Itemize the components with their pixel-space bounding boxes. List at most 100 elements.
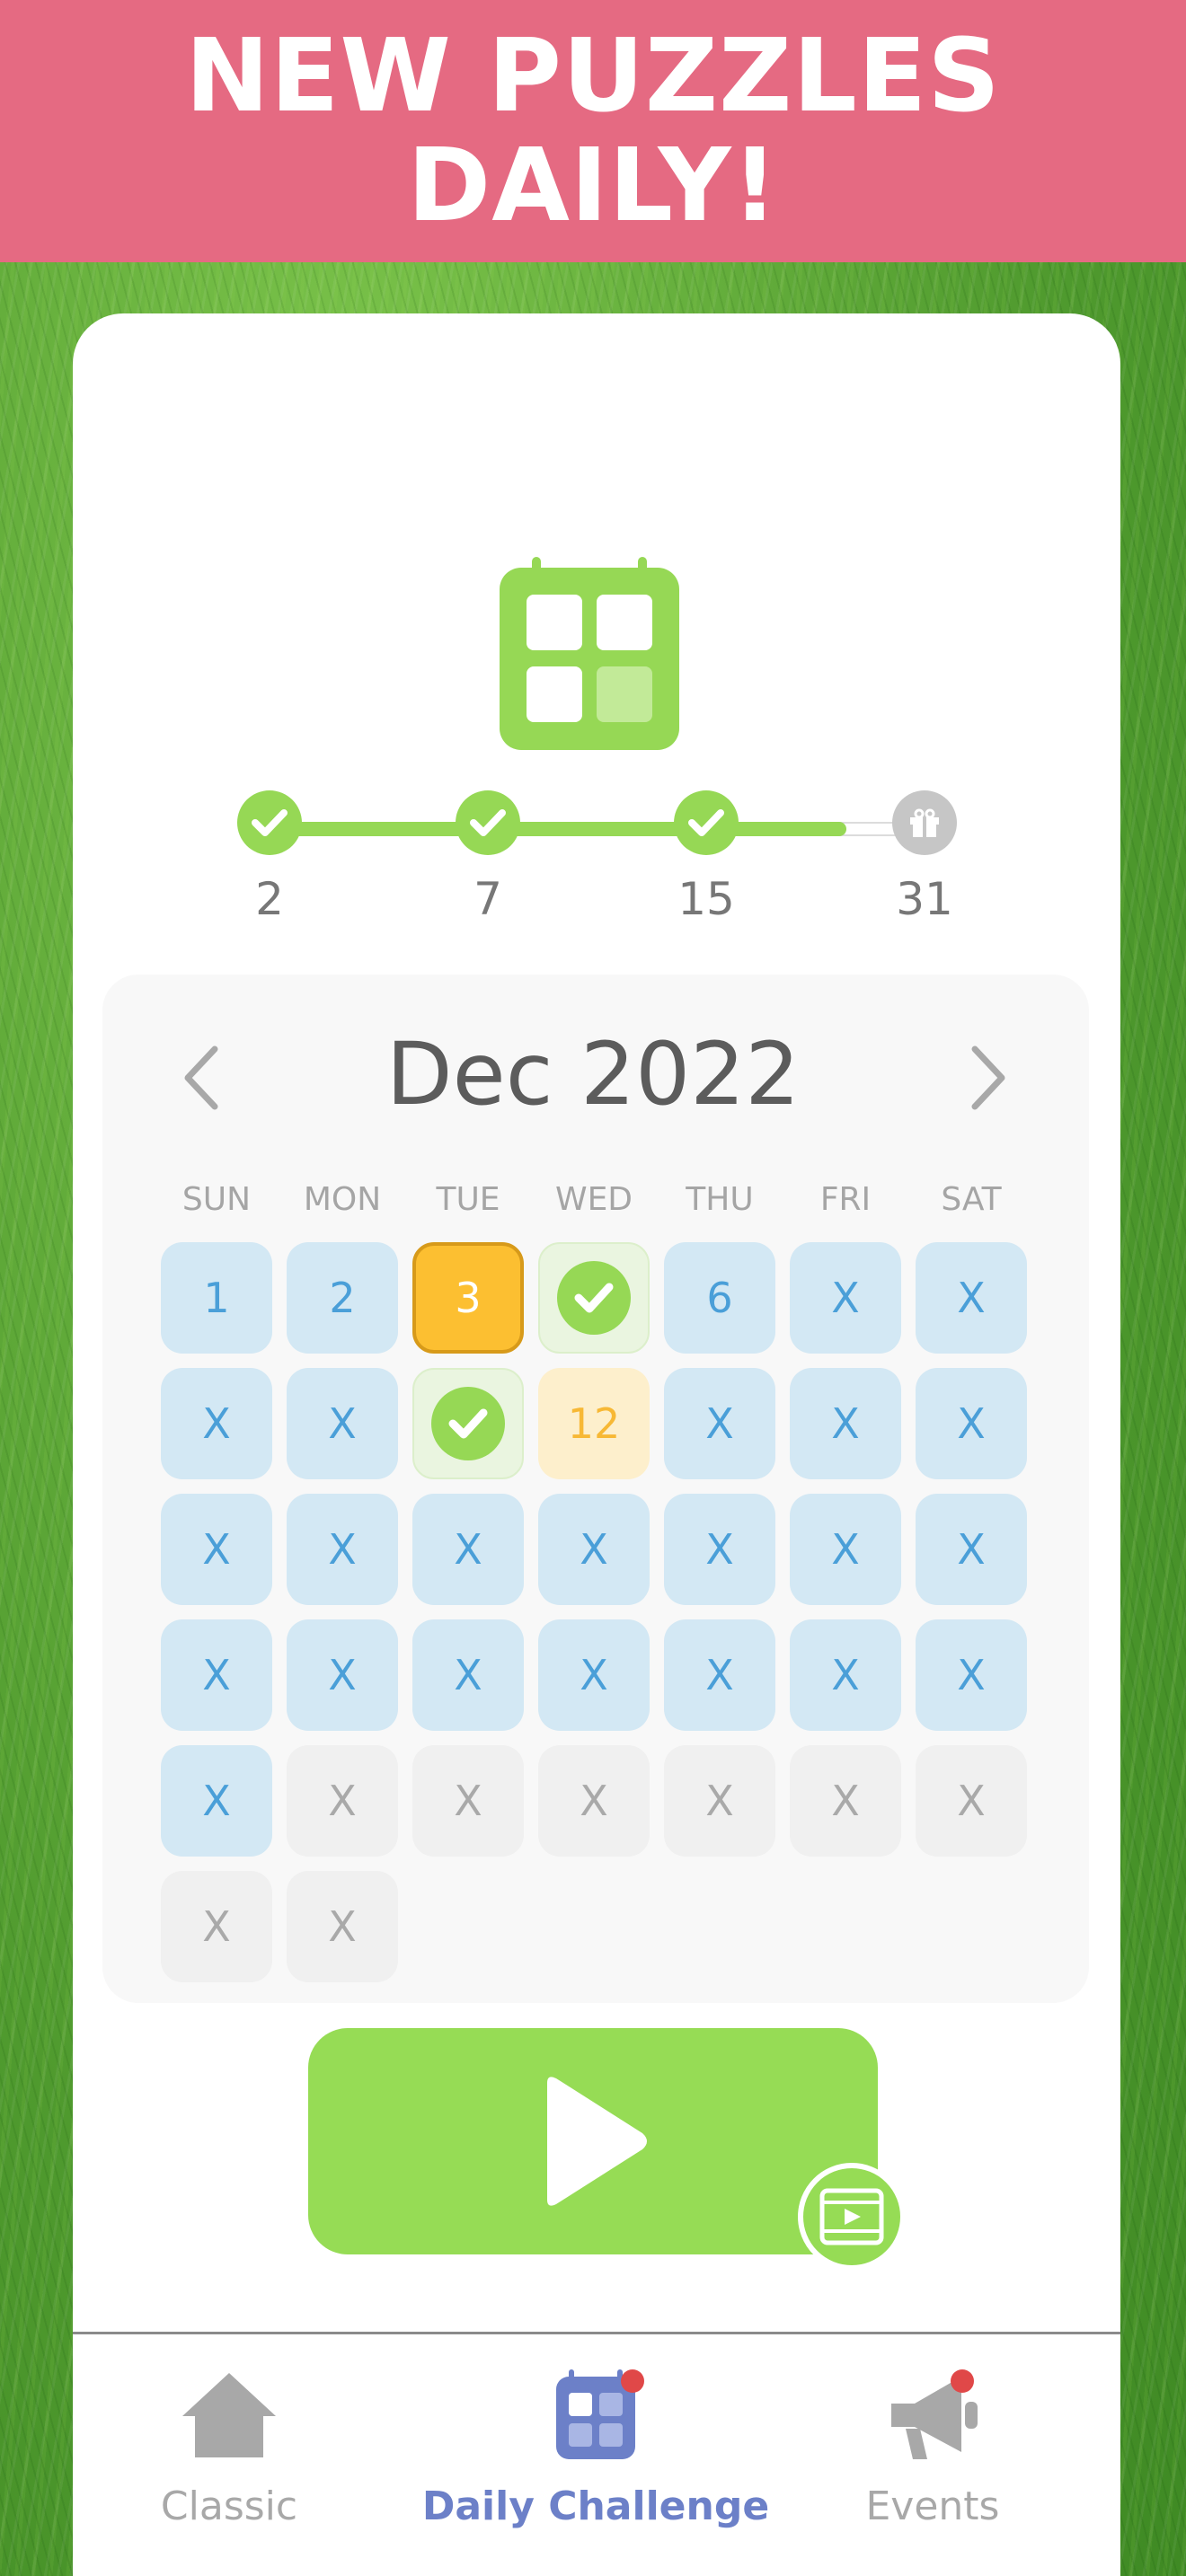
day-cell[interactable]: X xyxy=(412,1619,524,1731)
day-cell[interactable]: X xyxy=(664,1494,775,1605)
day-cell[interactable]: X xyxy=(287,1619,398,1731)
day-label: X xyxy=(580,1525,608,1574)
weekday-wed: WED xyxy=(554,1181,633,1218)
check-icon xyxy=(448,1408,488,1439)
day-label: X xyxy=(454,1525,482,1574)
day-label: X xyxy=(328,1399,357,1448)
day-cell[interactable]: 2 xyxy=(287,1242,398,1354)
video-ad-badge[interactable] xyxy=(798,2163,906,2271)
day-cell-completed[interactable] xyxy=(412,1368,524,1479)
weekday-fri: FRI xyxy=(819,1181,872,1218)
home-icon xyxy=(182,2373,276,2457)
notification-dot xyxy=(951,2369,974,2393)
day-cell[interactable]: X xyxy=(161,1745,272,1857)
day-cell[interactable]: 6 xyxy=(664,1242,775,1354)
day-cell: X xyxy=(412,1745,524,1857)
day-label: 6 xyxy=(706,1274,733,1322)
tab-events[interactable]: Events xyxy=(753,2362,1112,2560)
milestone-31 xyxy=(892,790,957,855)
next-month-button[interactable] xyxy=(961,1042,1015,1114)
daily-calendar-icon xyxy=(500,557,679,750)
day-label: X xyxy=(328,1902,357,1951)
weekday-sun: SUN xyxy=(181,1181,252,1218)
day-label: X xyxy=(831,1525,860,1574)
day-label: X xyxy=(202,1777,231,1825)
day-cell[interactable]: X xyxy=(161,1368,272,1479)
day-label: X xyxy=(831,1399,860,1448)
day-cell[interactable]: X xyxy=(916,1368,1027,1479)
day-cell[interactable]: 1 xyxy=(161,1242,272,1354)
day-label: X xyxy=(957,1399,986,1448)
day-cell[interactable]: 12 xyxy=(538,1368,650,1479)
day-cell[interactable]: X xyxy=(916,1619,1027,1731)
day-label: X xyxy=(328,1651,357,1699)
day-cell: X xyxy=(790,1745,901,1857)
day-label: X xyxy=(831,1651,860,1699)
notification-dot xyxy=(621,2369,644,2393)
tab-label: Events xyxy=(865,2483,1000,2529)
day-cell[interactable]: X xyxy=(161,1494,272,1605)
day-cell[interactable]: X xyxy=(412,1494,524,1605)
day-cell[interactable]: X xyxy=(538,1619,650,1731)
tab-label: Classic xyxy=(160,2483,298,2529)
day-label: X xyxy=(705,1525,734,1574)
day-label: 3 xyxy=(455,1274,482,1322)
day-cell: X xyxy=(538,1745,650,1857)
check-icon xyxy=(688,809,724,836)
milestone-15 xyxy=(674,790,739,855)
day-label: X xyxy=(202,1902,231,1951)
day-label: 12 xyxy=(567,1399,621,1448)
play-button[interactable] xyxy=(308,2028,878,2254)
tab-daily-challenge[interactable]: Daily Challenge xyxy=(416,2362,775,2560)
day-label: X xyxy=(580,1777,608,1825)
tab-classic[interactable]: Classic xyxy=(49,2362,409,2560)
promo-banner: NEW PUZZLES DAILY! xyxy=(0,0,1186,262)
day-cell: X xyxy=(161,1871,272,1982)
day-cell[interactable]: 3 xyxy=(412,1242,524,1354)
day-label: 1 xyxy=(203,1274,230,1322)
milestone-label: 2 xyxy=(255,873,284,925)
day-cell[interactable]: X xyxy=(916,1242,1027,1354)
day-cell[interactable]: X xyxy=(916,1494,1027,1605)
banner-title: NEW PUZZLES DAILY! xyxy=(185,18,1001,244)
milestone-label: 7 xyxy=(474,873,502,925)
progress-fill xyxy=(270,822,846,836)
day-label: X xyxy=(580,1651,608,1699)
day-cell[interactable]: X xyxy=(790,1619,901,1731)
day-label: X xyxy=(957,1525,986,1574)
day-label: X xyxy=(957,1777,986,1825)
day-cell-completed[interactable] xyxy=(538,1242,650,1354)
weekday-thu: THU xyxy=(686,1181,754,1218)
play-icon xyxy=(547,2077,647,2206)
day-cell[interactable]: X xyxy=(287,1368,398,1479)
milestone-label: 31 xyxy=(896,873,953,925)
milestone-2 xyxy=(237,790,302,855)
day-cell[interactable]: X xyxy=(161,1619,272,1731)
tab-label: Daily Challenge xyxy=(421,2483,770,2529)
day-cell[interactable]: X xyxy=(287,1494,398,1605)
milestone-7 xyxy=(456,790,520,855)
day-label: X xyxy=(328,1777,357,1825)
day-label: X xyxy=(831,1777,860,1825)
day-label: X xyxy=(454,1651,482,1699)
day-cell[interactable]: X xyxy=(790,1242,901,1354)
day-cell: X xyxy=(916,1745,1027,1857)
day-label: 2 xyxy=(329,1274,356,1322)
day-label: X xyxy=(705,1399,734,1448)
milestone-label: 15 xyxy=(677,873,735,925)
day-label: X xyxy=(454,1777,482,1825)
check-icon xyxy=(470,809,506,836)
weekday-sat: SAT xyxy=(941,1181,1002,1218)
day-label: X xyxy=(705,1777,734,1825)
day-cell[interactable]: X xyxy=(790,1494,901,1605)
day-cell: X xyxy=(287,1745,398,1857)
day-cell[interactable]: X xyxy=(538,1494,650,1605)
completed-check xyxy=(557,1261,631,1335)
weekday-mon: MON xyxy=(303,1181,382,1218)
day-cell: X xyxy=(664,1745,775,1857)
day-label: X xyxy=(202,1525,231,1574)
video-icon xyxy=(819,2188,884,2245)
day-cell[interactable]: X xyxy=(664,1368,775,1479)
day-cell[interactable]: X xyxy=(790,1368,901,1479)
day-cell[interactable]: X xyxy=(664,1619,775,1731)
